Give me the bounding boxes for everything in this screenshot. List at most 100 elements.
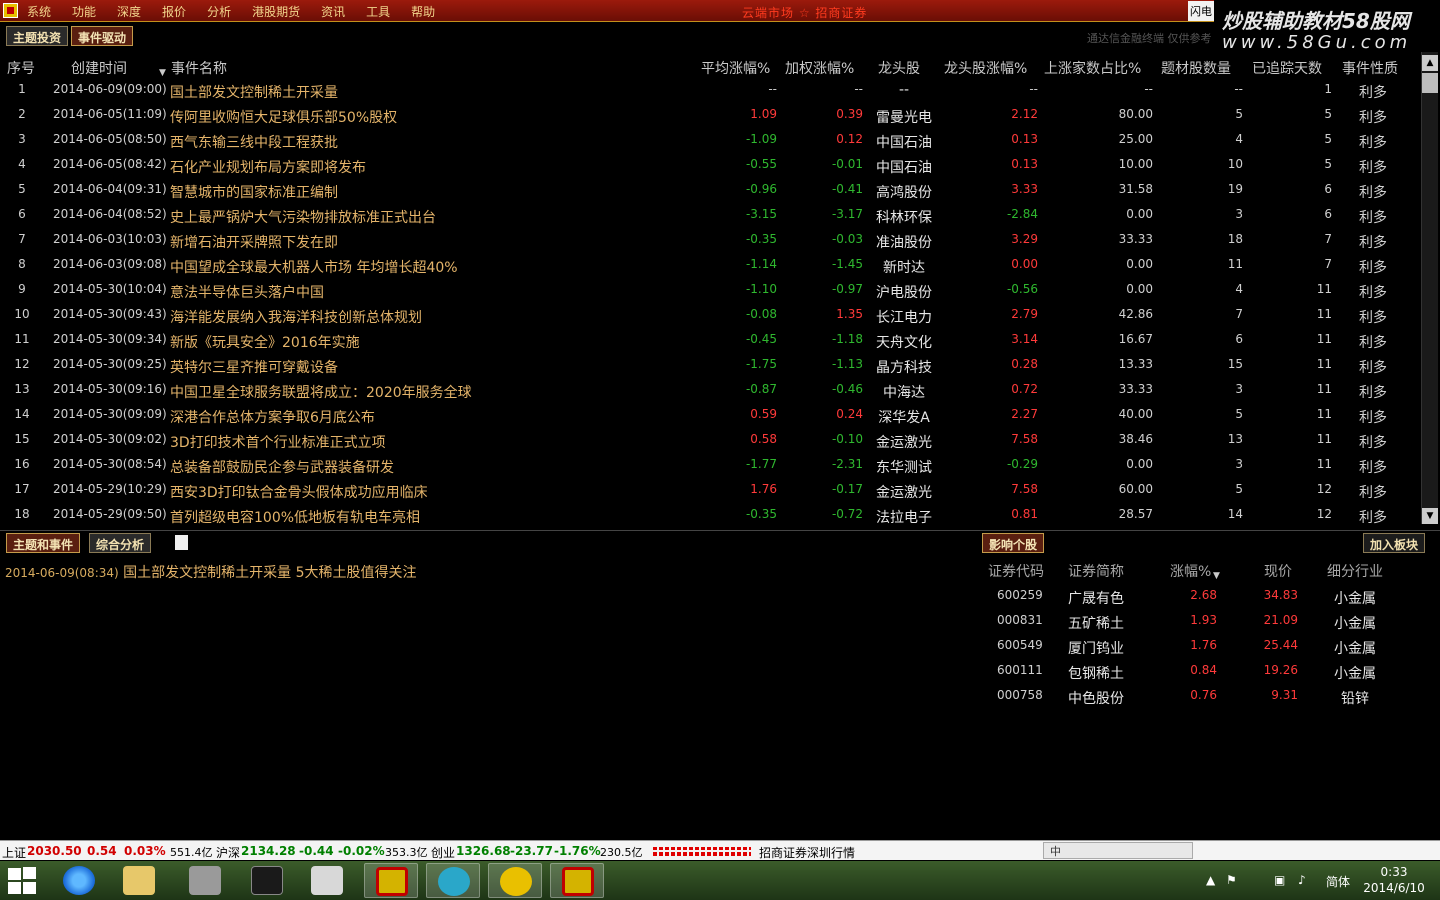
menu-info[interactable]: 资讯 — [321, 3, 345, 20]
col-header-name[interactable]: 事件名称 — [171, 58, 227, 78]
menu-analysis[interactable]: 分析 — [207, 3, 231, 20]
row-event-name[interactable]: 新增石油开采牌照下发在即 — [170, 232, 338, 252]
taskbar-media-icon[interactable] — [426, 863, 480, 898]
event-table-scrollbar[interactable]: ▲ ▼ — [1421, 52, 1438, 524]
row-event-name[interactable]: 总装备部鼓励民企参与武器装备研发 — [170, 457, 394, 477]
news-title[interactable]: 国土部发文控制稀土开采量 5大稀土股值得关注 — [123, 565, 416, 581]
menu-help[interactable]: 帮助 — [411, 3, 435, 20]
row-leader-stock[interactable]: 金运激光 — [869, 482, 939, 502]
tray-flag-icon[interactable]: ⚑ — [1226, 873, 1237, 887]
row-leader-stock[interactable]: 科林环保 — [869, 207, 939, 227]
taskbar-explorer-icon[interactable] — [112, 863, 166, 898]
table-row[interactable]: 4 2014-06-05(08:42) 石化产业规划布局方案即将发布 -0.55 -0.… — [0, 154, 1420, 179]
table-row[interactable]: 5 2014-06-04(09:31) 智慧城市的国家标准正编制 -0.96 -0.41… — [0, 179, 1420, 204]
start-button-icon[interactable] — [8, 867, 38, 895]
flash-button[interactable]: 闪电 — [1188, 1, 1214, 21]
stock-col-name[interactable]: 证券简称 — [1068, 561, 1124, 581]
list-item[interactable]: 600111 包钢稀土 0.84 19.26 小金属 — [980, 660, 1420, 685]
table-row[interactable]: 6 2014-06-04(08:52) 史上最严锅炉大气污染物排放标准正式出台 -3.… — [0, 204, 1420, 229]
row-event-name[interactable]: 传阿里收购恒大足球俱乐部50%股权 — [170, 107, 397, 127]
row-event-name[interactable]: 新版《玩具安全》2016年实施 — [170, 332, 360, 352]
scroll-up-icon[interactable]: ▲ — [1422, 55, 1438, 71]
tray-network-icon[interactable]: ▣ — [1274, 873, 1285, 887]
tab-overall-analysis[interactable]: 综合分析 — [89, 533, 152, 553]
table-row[interactable]: 9 2014-05-30(10:04) 意法半导体巨头落户中国 -1.10 -0.97 沪… — [0, 279, 1420, 304]
stock-col-code[interactable]: 证券代码 — [988, 561, 1044, 581]
table-row[interactable]: 15 2014-05-30(09:02) 3D打印技术首个行业标准正式立项 0.58 -… — [0, 429, 1420, 454]
row-leader-stock[interactable]: 雷曼光电 — [869, 107, 939, 127]
broker-feed-label[interactable]: 招商证券深圳行情 — [759, 844, 855, 861]
tab-theme-investment[interactable]: 主题投资 — [6, 26, 69, 46]
col-header-days[interactable]: 已追踪天数 — [1252, 58, 1322, 78]
row-event-name[interactable]: 深港合作总体方案争取6月底公布 — [170, 407, 375, 427]
row-event-name[interactable]: 英特尔三星齐推可穿戴设备 — [170, 357, 338, 377]
row-leader-stock[interactable]: 高鸿股份 — [869, 182, 939, 202]
row-leader-stock[interactable]: 晶方科技 — [869, 357, 939, 377]
list-item[interactable]: 600549 厦门钨业 1.76 25.44 小金属 — [980, 635, 1420, 660]
taskbar-trading-app-icon[interactable] — [364, 863, 418, 898]
table-row[interactable]: 18 2014-05-29(09:50) 首列超级电容100%低地板有轨电车亮相 -0… — [0, 504, 1420, 529]
table-row[interactable]: 10 2014-05-30(09:43) 海洋能发展纳入我海洋科技创新总体规划 -0.… — [0, 304, 1420, 329]
ime-toolbar[interactable]: 中 — [1043, 842, 1193, 859]
taskbar-window-icon[interactable] — [300, 863, 354, 898]
sh-index-value[interactable]: 2030.50 — [27, 844, 82, 858]
table-row[interactable]: 1 2014-06-09(09:00) 国土部发文控制稀土开采量 -- -- -- -- --… — [0, 79, 1420, 104]
table-row[interactable]: 3 2014-06-05(08:50) 西气东输三线中段工程获批 -1.09 0.12 中… — [0, 129, 1420, 154]
row-event-name[interactable]: 中国卫星全球服务联盟将成立：2020年服务全球 — [170, 382, 472, 402]
row-leader-stock[interactable]: 新时达 — [869, 257, 939, 277]
table-row[interactable]: 7 2014-06-03(10:03) 新增石油开采牌照下发在即 -0.35 -0.03… — [0, 229, 1420, 254]
taskbar-clock[interactable]: 0:33 2014/6/10 — [1362, 864, 1426, 896]
row-event-name[interactable]: 3D打印技术首个行业标准正式立项 — [170, 432, 386, 452]
news-item[interactable]: 2014-06-09(08:34) 国土部发文控制稀土开采量 5大稀土股值得关注 — [5, 562, 417, 582]
menu-hk-futures[interactable]: 港股期货 — [252, 3, 300, 20]
col-header-time[interactable]: 创建时间 — [71, 58, 127, 78]
tray-expand-icon[interactable]: ▲ — [1206, 873, 1215, 887]
row-leader-stock[interactable]: 深华发A — [869, 407, 939, 427]
table-row[interactable]: 12 2014-05-30(09:25) 英特尔三星齐推可穿戴设备 -1.75 -1.1… — [0, 354, 1420, 379]
col-header-weighted[interactable]: 加权涨幅% — [785, 58, 854, 78]
row-event-name[interactable]: 西气东输三线中段工程获批 — [170, 132, 338, 152]
row-event-name[interactable]: 史上最严锅炉大气污染物排放标准正式出台 — [170, 207, 436, 227]
menu-system[interactable]: 系统 — [27, 3, 51, 20]
row-event-name[interactable]: 意法半导体巨头落户中国 — [170, 282, 324, 302]
menu-function[interactable]: 功能 — [72, 3, 96, 20]
table-row[interactable]: 8 2014-06-03(09:08) 中国望成全球最大机器人市场 年均增长超40%… — [0, 254, 1420, 279]
list-item[interactable]: 600259 广晟有色 2.68 34.83 小金属 — [980, 585, 1420, 610]
taskbar-trading-app2-icon[interactable] — [550, 863, 604, 898]
row-leader-stock[interactable]: 中国石油 — [869, 157, 939, 177]
add-to-sector-button[interactable]: 加入板块 — [1363, 533, 1426, 553]
table-row[interactable]: 11 2014-05-30(09:34) 新版《玩具安全》2016年实施 -0.45 -… — [0, 329, 1420, 354]
col-header-avg[interactable]: 平均涨幅% — [701, 58, 770, 78]
row-leader-stock[interactable]: 金运激光 — [869, 432, 939, 452]
col-header-leader-chg[interactable]: 龙头股涨幅% — [944, 58, 1027, 78]
stock-col-chg[interactable]: 涨幅% — [1170, 561, 1211, 581]
menu-quote[interactable]: 报价 — [162, 3, 186, 20]
row-leader-stock[interactable]: -- — [869, 82, 939, 98]
col-header-count[interactable]: 题材股数量 — [1161, 58, 1231, 78]
taskbar-res-icon[interactable] — [240, 863, 294, 898]
menu-depth[interactable]: 深度 — [117, 3, 141, 20]
tray-language[interactable]: 简体 — [1326, 873, 1350, 890]
table-row[interactable]: 16 2014-05-30(08:54) 总装备部鼓励民企参与武器装备研发 -1.77… — [0, 454, 1420, 479]
stock-col-industry[interactable]: 细分行业 — [1327, 561, 1383, 581]
row-leader-stock[interactable]: 中海达 — [869, 382, 939, 402]
col-header-leader[interactable]: 龙头股 — [878, 58, 920, 78]
tab-affected-stocks[interactable]: 影响个股 — [982, 533, 1045, 553]
table-row[interactable]: 14 2014-05-30(09:09) 深港合作总体方案争取6月底公布 0.59 0.… — [0, 404, 1420, 429]
row-event-name[interactable]: 国土部发文控制稀土开采量 — [170, 82, 338, 102]
menu-tools[interactable]: 工具 — [366, 3, 390, 20]
row-leader-stock[interactable]: 准油股份 — [869, 232, 939, 252]
table-row[interactable]: 17 2014-05-29(10:29) 西安3D打印钛合金骨头假体成功应用临床 1.… — [0, 479, 1420, 504]
row-event-name[interactable]: 石化产业规划布局方案即将发布 — [170, 157, 366, 177]
row-event-name[interactable]: 海洋能发展纳入我海洋科技创新总体规划 — [170, 307, 422, 327]
row-leader-stock[interactable]: 长江电力 — [869, 307, 939, 327]
sz-index-value[interactable]: 2134.28 — [241, 844, 296, 858]
tray-volume-icon[interactable]: ♪ — [1298, 873, 1306, 887]
taskbar-app-icon[interactable] — [488, 863, 542, 898]
col-header-nature[interactable]: 事件性质 — [1342, 58, 1398, 78]
row-leader-stock[interactable]: 中国石油 — [869, 132, 939, 152]
stock-col-price[interactable]: 现价 — [1264, 561, 1292, 581]
document-icon[interactable] — [175, 535, 188, 550]
col-header-up-ratio[interactable]: 上涨家数占比% — [1044, 58, 1141, 78]
cy-index-value[interactable]: 1326.68 — [456, 844, 511, 858]
